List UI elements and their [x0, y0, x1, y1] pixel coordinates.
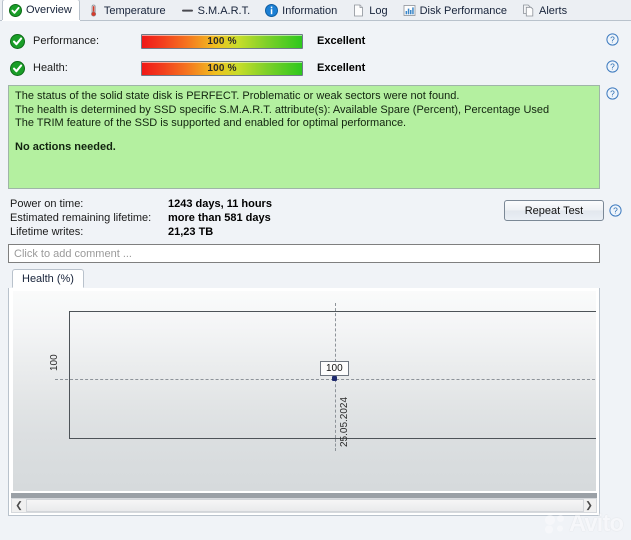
- help-icon[interactable]: ?: [606, 87, 619, 100]
- stat-row-lifetime-writes: Lifetime writes: 21,23 TB: [10, 226, 272, 240]
- stat-key: Estimated remaining lifetime:: [10, 212, 152, 224]
- scrollbar-thumb[interactable]: [26, 499, 584, 512]
- health-chart-panel: 100 25.05.2024 100 ❮ ❯: [8, 288, 600, 516]
- green-check-icon: [9, 3, 22, 17]
- chart-plot-area: 100 25.05.2024 100: [13, 291, 596, 491]
- tab-temperature-label: Temperature: [103, 4, 166, 17]
- performance-percent: 100 %: [207, 35, 237, 47]
- stat-key: Lifetime writes:: [10, 226, 84, 238]
- green-check-icon: [10, 60, 25, 76]
- health-bar: 100 %: [141, 60, 303, 76]
- health-percent: 100 %: [207, 62, 237, 74]
- svg-text:?: ?: [613, 206, 618, 216]
- chart-y-tick-label: 100: [49, 354, 60, 371]
- document-icon: [352, 4, 365, 17]
- ssd-health-app: Overview Temperature S.M.A.R.T. Informat…: [0, 0, 631, 540]
- green-check-icon: [10, 33, 25, 49]
- tab-smart-label: S.M.A.R.T.: [197, 4, 251, 17]
- tab-health-percent[interactable]: Health (%): [12, 269, 84, 288]
- tab-alerts-label: Alerts: [538, 4, 568, 17]
- chart-tabbar: Health (%): [8, 269, 600, 289]
- tab-health-percent-label: Health (%): [22, 272, 74, 285]
- stat-key: Power on time:: [10, 198, 84, 210]
- dash-icon: [181, 4, 194, 17]
- copy-pages-icon: [522, 4, 535, 17]
- repeat-test-button[interactable]: Repeat Test: [504, 200, 604, 221]
- comment-placeholder: Click to add comment ...: [14, 247, 132, 260]
- main-tabbar: Overview Temperature S.M.A.R.T. Informat…: [0, 0, 631, 21]
- svg-text:?: ?: [610, 62, 615, 72]
- status-line-3: The TRIM feature of the SSD is supported…: [15, 117, 407, 129]
- chart-x-tick-label: 25.05.2024: [339, 396, 350, 447]
- tab-log-label: Log: [369, 4, 388, 17]
- avito-dots-icon: [544, 514, 566, 534]
- performance-label: Performance:: [33, 35, 100, 47]
- help-icon[interactable]: ?: [609, 204, 622, 217]
- status-action-line: No actions needed.: [15, 140, 116, 153]
- stat-value: more than 581 days: [168, 212, 271, 224]
- avito-wordmark: Avito: [568, 510, 624, 537]
- lifetime-stats: Power on time: 1243 days, 11 hours Estim…: [10, 198, 272, 240]
- panel-spacer: [15, 131, 593, 141]
- performance-verdict: Excellent: [317, 35, 366, 47]
- comment-input[interactable]: Click to add comment ...: [8, 244, 600, 263]
- stat-row-power-on-time: Power on time: 1243 days, 11 hours: [10, 198, 272, 212]
- tab-overview-label: Overview: [26, 4, 72, 16]
- stat-row-remaining-lifetime: Estimated remaining lifetime: more than …: [10, 212, 272, 226]
- tab-alerts[interactable]: Alerts: [515, 0, 575, 20]
- stat-value: 1243 days, 11 hours: [168, 198, 272, 210]
- svg-text:?: ?: [610, 89, 615, 99]
- help-icon[interactable]: ?: [606, 60, 619, 73]
- status-line-2: The health is determined by SSD specific…: [15, 103, 550, 116]
- stat-value: 21,23 TB: [168, 226, 214, 238]
- bar-chart-icon: [403, 4, 416, 17]
- tab-overview[interactable]: Overview: [2, 0, 80, 20]
- repeat-test-label: Repeat Test: [524, 204, 584, 217]
- performance-row: Performance: 100 % Excellent: [0, 28, 631, 54]
- thermometer-icon: [87, 4, 100, 17]
- avito-watermark: Avito: [544, 510, 624, 537]
- status-message-panel: The status of the solid state disk is PE…: [8, 85, 600, 189]
- tab-log[interactable]: Log: [345, 0, 395, 20]
- health-label: Health:: [33, 62, 68, 74]
- tab-smart[interactable]: S.M.A.R.T.: [174, 0, 259, 20]
- help-icon[interactable]: ?: [606, 33, 619, 46]
- health-row: Health: 100 % Excellent: [0, 55, 631, 81]
- tab-disk-performance-label: Disk Performance: [419, 4, 507, 17]
- chart-horizontal-scrollbar[interactable]: ❮ ❯: [11, 498, 597, 513]
- svg-text:?: ?: [610, 35, 615, 45]
- chart-vertical-gridline-extension: [335, 439, 336, 451]
- chevron-left-icon[interactable]: ❮: [12, 499, 26, 512]
- performance-bar: 100 %: [141, 33, 303, 49]
- chart-point-label: 100: [320, 361, 349, 376]
- chart-data-point[interactable]: [332, 376, 337, 381]
- tab-information-label: Information: [282, 4, 338, 17]
- info-circle-icon: [265, 4, 279, 17]
- tab-temperature[interactable]: Temperature: [80, 0, 174, 20]
- tab-disk-performance[interactable]: Disk Performance: [396, 0, 515, 20]
- health-verdict: Excellent: [317, 62, 366, 74]
- status-line-1: The status of the solid state disk is PE…: [15, 90, 460, 102]
- tab-information[interactable]: Information: [258, 0, 345, 20]
- chevron-right-icon[interactable]: ❯: [582, 499, 596, 512]
